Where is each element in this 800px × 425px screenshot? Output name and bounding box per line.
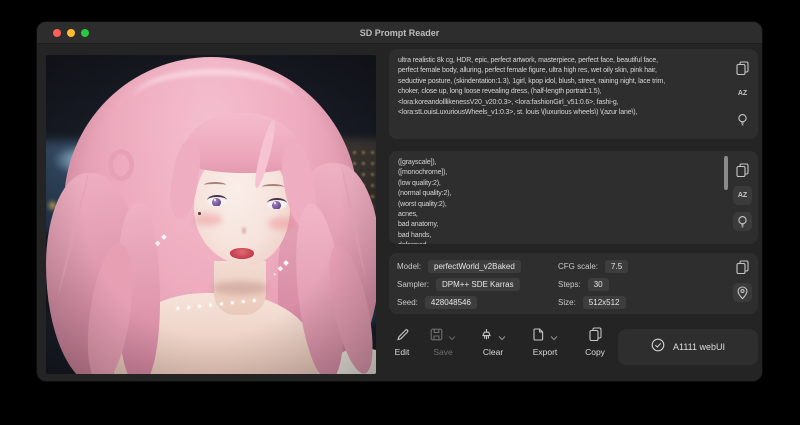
seed-value: 428048546: [425, 296, 477, 309]
positive-prompt-tools: AZ: [733, 58, 752, 129]
copy-negative-button[interactable]: [733, 160, 752, 179]
size-row: Size: 512x512: [558, 295, 626, 310]
document-export-icon: [532, 328, 545, 346]
steps-value: 30: [588, 278, 609, 291]
copy-label: Copy: [585, 347, 605, 357]
cfg-label: CFG scale:: [558, 262, 598, 271]
app-window: SD Prompt Reader: [36, 21, 763, 382]
chevron-down-icon: [498, 328, 506, 346]
model-label: Model:: [397, 262, 421, 271]
pencil-icon: [396, 328, 409, 346]
seed-label: Seed:: [397, 298, 418, 307]
steps-row: Steps: 30: [558, 277, 609, 292]
copy-icon: [736, 163, 749, 177]
model-row: Model: perfectWorld_v2Baked: [397, 259, 521, 274]
negative-prompt-tools: AZ: [733, 160, 752, 231]
source-format-button[interactable]: A1111 webUI: [618, 329, 758, 365]
cfg-row: CFG scale: 7.5: [558, 259, 628, 274]
chevron-down-icon: [448, 328, 456, 346]
copy-icon: [589, 327, 602, 346]
floppy-icon: [430, 328, 443, 346]
model-value: perfectWorld_v2Baked: [428, 260, 521, 273]
copy-icon: [736, 61, 749, 75]
negative-prompt-scrollbar[interactable]: [724, 156, 728, 190]
settings-tools: [733, 257, 752, 302]
check-circle-icon: [651, 338, 665, 357]
raw-positive-button[interactable]: [733, 110, 752, 129]
cfg-value: 7.5: [605, 260, 628, 273]
export-label: Export: [533, 347, 558, 357]
titlebar[interactable]: SD Prompt Reader: [37, 22, 762, 44]
edit-button[interactable]: Edit: [389, 329, 415, 357]
save-button[interactable]: Save: [425, 329, 461, 357]
vignette-overlay: [46, 55, 376, 374]
lightbulb-icon: [736, 215, 749, 229]
chevron-down-icon: [550, 328, 558, 346]
positive-prompt-text[interactable]: ultra realistic 8k cg, HDR, epic, perfec…: [389, 49, 758, 139]
negative-prompt-text[interactable]: ([grayscale]), ([monochrome]), (low qual…: [389, 151, 758, 244]
copy-icon: [736, 260, 749, 274]
steps-label: Steps:: [558, 280, 581, 289]
copy-positive-button[interactable]: [733, 58, 752, 77]
map-pin-icon: [736, 286, 749, 300]
sampler-label: Sampler:: [397, 280, 429, 289]
clear-button[interactable]: Clear: [473, 329, 513, 357]
sort-positive-button[interactable]: AZ: [733, 84, 752, 103]
size-label: Size:: [558, 298, 576, 307]
image-preview[interactable]: [46, 55, 376, 374]
sampler-row: Sampler: DPM++ SDE Karras: [397, 277, 520, 292]
positive-prompt-panel: ultra realistic 8k cg, HDR, epic, perfec…: [389, 49, 758, 139]
source-format-label: A1111 webUI: [673, 342, 725, 352]
negative-prompt-panel: ([grayscale]), ([monochrome]), (low qual…: [389, 151, 758, 244]
broom-icon: [480, 328, 493, 346]
window-title: SD Prompt Reader: [37, 22, 762, 44]
action-toolbar: Edit Save: [389, 325, 758, 371]
pin-settings-button[interactable]: [733, 283, 752, 302]
size-value: 512x512: [583, 296, 626, 309]
copy-settings-button[interactable]: [733, 257, 752, 276]
copy-button[interactable]: Copy: [579, 329, 611, 357]
seed-row: Seed: 428048546: [397, 295, 477, 310]
save-label: Save: [433, 347, 452, 357]
clear-label: Clear: [483, 347, 503, 357]
settings-panel: Model: perfectWorld_v2Baked Sampler: DPM…: [389, 253, 758, 314]
sort-az-icon: AZ: [738, 90, 747, 97]
sort-negative-button[interactable]: AZ: [733, 186, 752, 205]
edit-label: Edit: [395, 347, 410, 357]
raw-negative-button[interactable]: [733, 212, 752, 231]
export-button[interactable]: Export: [525, 329, 565, 357]
sort-az-icon: AZ: [738, 192, 747, 199]
lightbulb-icon: [736, 113, 749, 127]
sampler-value: DPM++ SDE Karras: [436, 278, 520, 291]
